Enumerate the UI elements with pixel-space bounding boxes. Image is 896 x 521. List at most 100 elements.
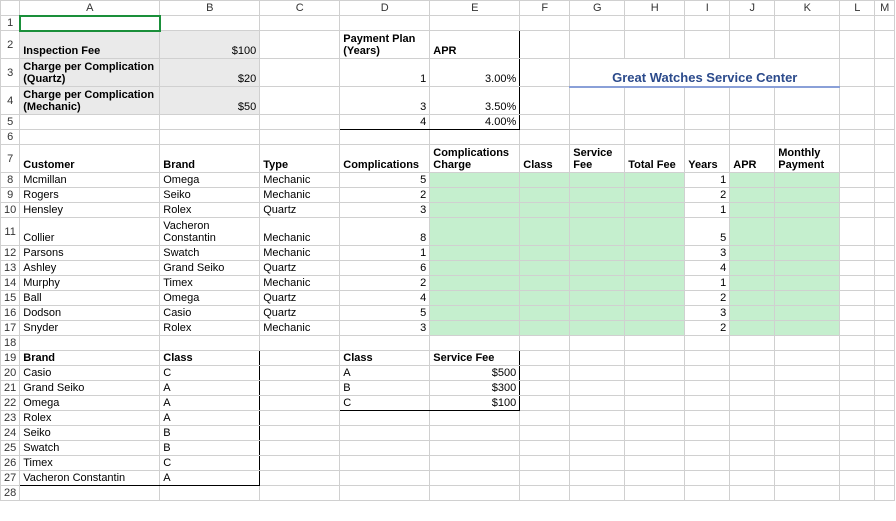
cell-A1[interactable] — [20, 16, 160, 31]
apr-cell[interactable] — [730, 321, 775, 336]
cell[interactable] — [875, 396, 895, 411]
apr-cell[interactable] — [730, 173, 775, 188]
inspection-fee-label[interactable]: Inspection Fee — [20, 31, 160, 59]
customer-comp[interactable]: 2 — [340, 276, 430, 291]
row-header[interactable]: 9 — [1, 188, 20, 203]
cell[interactable] — [730, 441, 775, 456]
cell[interactable] — [430, 336, 520, 351]
customer-years[interactable]: 1 — [685, 276, 730, 291]
cell[interactable] — [875, 276, 895, 291]
cell[interactable] — [570, 16, 625, 31]
class-cell[interactable] — [520, 306, 570, 321]
row-header[interactable]: 25 — [1, 441, 20, 456]
plan-apr-header[interactable]: APR — [430, 31, 520, 59]
row-header[interactable]: 4 — [1, 87, 20, 115]
cell[interactable] — [260, 471, 340, 486]
apr-cell[interactable] — [730, 276, 775, 291]
cell[interactable] — [840, 381, 875, 396]
customer-comp[interactable]: 5 — [340, 173, 430, 188]
plan-years[interactable]: 1 — [340, 59, 430, 87]
cell[interactable] — [840, 130, 875, 145]
cell[interactable] — [875, 366, 895, 381]
total-fee-cell[interactable] — [625, 173, 685, 188]
comp-charge-cell[interactable] — [430, 291, 520, 306]
customer-name[interactable]: Ball — [20, 291, 160, 306]
row-header[interactable]: 2 — [1, 31, 20, 59]
cell[interactable] — [520, 396, 570, 411]
customer-comp[interactable]: 4 — [340, 291, 430, 306]
class-cell[interactable] — [520, 291, 570, 306]
hdr-service-fee[interactable]: Service Fee — [570, 145, 625, 173]
service-fee-cell[interactable] — [570, 321, 625, 336]
cell[interactable] — [685, 411, 730, 426]
customer-name[interactable]: Hensley — [20, 203, 160, 218]
monthly-cell[interactable] — [775, 291, 840, 306]
cell[interactable] — [775, 130, 840, 145]
cell[interactable] — [570, 456, 625, 471]
cell[interactable] — [840, 16, 875, 31]
service-fee-cell[interactable] — [570, 261, 625, 276]
cell[interactable] — [730, 351, 775, 366]
class-cell[interactable] — [520, 321, 570, 336]
brand-class-class[interactable]: B — [160, 426, 260, 441]
cell[interactable] — [520, 456, 570, 471]
total-fee-cell[interactable] — [625, 291, 685, 306]
customer-name[interactable]: Murphy — [20, 276, 160, 291]
cell[interactable] — [685, 351, 730, 366]
cell[interactable] — [570, 426, 625, 441]
cell[interactable] — [520, 336, 570, 351]
cell[interactable] — [260, 115, 340, 130]
cell[interactable] — [730, 31, 775, 59]
cell[interactable] — [840, 336, 875, 351]
hdr-customer[interactable]: Customer — [20, 145, 160, 173]
customer-brand[interactable]: Vacheron Constantin — [160, 218, 260, 246]
cell[interactable] — [430, 471, 520, 486]
cell[interactable] — [20, 115, 160, 130]
brand-class-class[interactable]: C — [160, 456, 260, 471]
col-header[interactable]: F — [520, 1, 570, 16]
cell[interactable] — [840, 173, 875, 188]
cell[interactable] — [260, 130, 340, 145]
comp-charge-cell[interactable] — [430, 276, 520, 291]
cell[interactable] — [260, 411, 340, 426]
cell[interactable] — [875, 145, 895, 173]
hdr-comp-charge[interactable]: Complications Charge — [430, 145, 520, 173]
class-fee-fee[interactable]: $300 — [430, 381, 520, 396]
customer-comp[interactable]: 2 — [340, 188, 430, 203]
cell[interactable] — [260, 351, 340, 366]
cell[interactable] — [840, 426, 875, 441]
cell[interactable] — [340, 426, 430, 441]
customer-years[interactable]: 3 — [685, 246, 730, 261]
cell[interactable] — [840, 145, 875, 173]
cell[interactable] — [625, 411, 685, 426]
cell[interactable] — [160, 486, 260, 501]
row-header[interactable]: 1 — [1, 16, 20, 31]
cell[interactable] — [685, 426, 730, 441]
cell[interactable] — [625, 441, 685, 456]
brand-class-brand[interactable]: Casio — [20, 366, 160, 381]
cell[interactable] — [570, 87, 625, 115]
cell[interactable] — [625, 351, 685, 366]
cell[interactable] — [340, 16, 430, 31]
cell[interactable] — [260, 16, 340, 31]
cell[interactable] — [875, 87, 895, 115]
cell[interactable] — [685, 471, 730, 486]
cell[interactable] — [840, 261, 875, 276]
brand-class-hdr-brand[interactable]: Brand — [20, 351, 160, 366]
row-header[interactable]: 26 — [1, 456, 20, 471]
comp-charge-cell[interactable] — [430, 321, 520, 336]
cell[interactable] — [260, 336, 340, 351]
col-header[interactable]: G — [570, 1, 625, 16]
cell[interactable] — [570, 441, 625, 456]
cell[interactable] — [520, 16, 570, 31]
comp-charge-cell[interactable] — [430, 218, 520, 246]
cell[interactable] — [775, 426, 840, 441]
apr-cell[interactable] — [730, 291, 775, 306]
cell[interactable] — [775, 441, 840, 456]
comp-charge-cell[interactable] — [430, 246, 520, 261]
cell[interactable] — [775, 87, 840, 115]
cell[interactable] — [730, 16, 775, 31]
row-header[interactable]: 15 — [1, 291, 20, 306]
hdr-total-fee[interactable]: Total Fee — [625, 145, 685, 173]
row-header[interactable]: 13 — [1, 261, 20, 276]
